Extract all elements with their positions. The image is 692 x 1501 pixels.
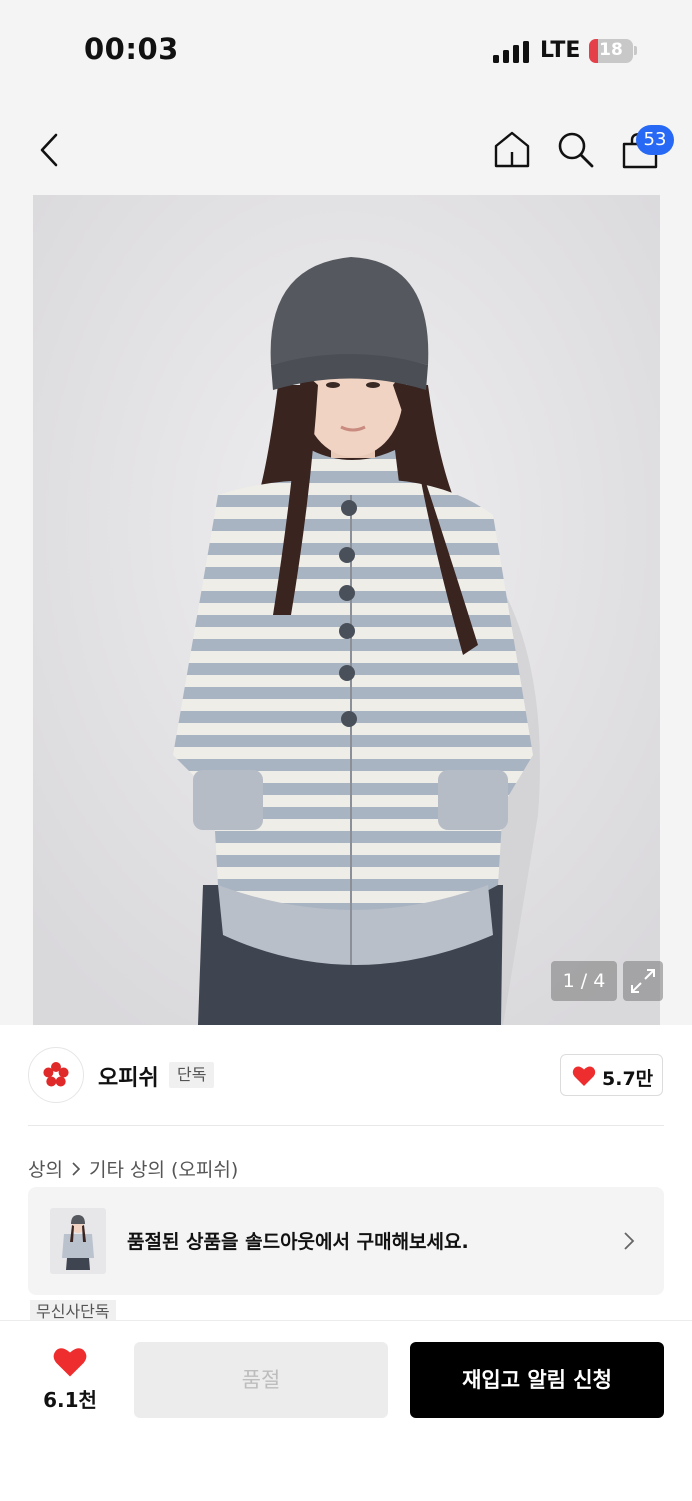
battery-icon: 18	[589, 39, 633, 63]
image-counter: 1 / 4	[551, 961, 617, 1001]
search-button[interactable]	[557, 131, 595, 169]
breadcrumb-subcategory[interactable]: 기타 상의 (오피쉬)	[89, 1155, 238, 1182]
brand-logo[interactable]	[28, 1047, 84, 1103]
back-button[interactable]	[36, 131, 68, 169]
heart-icon	[572, 1066, 596, 1086]
cart-count-badge: 53	[636, 125, 674, 155]
product-image[interactable]	[33, 195, 660, 1025]
product-thumbnail	[50, 1208, 106, 1274]
chevron-left-icon	[40, 133, 58, 167]
flower-logo-icon	[43, 1062, 69, 1087]
status-bar: 00:03 LTE 18	[0, 0, 692, 100]
exclusive-badge: 단독	[169, 1062, 215, 1088]
status-time: 00:03	[84, 32, 179, 66]
breadcrumb-category[interactable]: 상의	[28, 1155, 63, 1182]
search-icon	[558, 132, 594, 168]
battery-level: 18	[599, 40, 623, 60]
soldout-banner-text: 품절된 상품을 솔드아웃에서 구매해보세요.	[127, 1231, 469, 1253]
wishlist-button[interactable]	[52, 1346, 88, 1382]
chevron-right-icon	[72, 1161, 81, 1176]
fullscreen-button[interactable]	[623, 961, 663, 1001]
soldout-button[interactable]: 품절	[134, 1342, 388, 1418]
expand-icon	[631, 969, 655, 993]
signal-icon	[493, 41, 529, 63]
divider	[28, 1125, 664, 1126]
chevron-right-icon	[624, 1232, 635, 1250]
home-icon	[494, 131, 530, 168]
heart-icon	[53, 1348, 87, 1377]
home-button[interactable]	[493, 130, 531, 168]
network-type: LTE	[540, 38, 581, 63]
banner-thumbnail	[50, 1208, 106, 1274]
brand-like-button[interactable]: 5.7만	[560, 1054, 663, 1096]
breadcrumb: 상의 기타 상의 (오피쉬)	[28, 1155, 238, 1182]
restock-alert-button[interactable]: 재입고 알림 신청	[410, 1342, 664, 1418]
product-photo	[33, 195, 660, 1025]
brand-like-count: 5.7만	[602, 1068, 654, 1090]
brand-name[interactable]: 오피쉬	[98, 1060, 159, 1092]
wishlist-count: 6.1천	[43, 1388, 97, 1412]
battery-tip	[634, 46, 637, 55]
